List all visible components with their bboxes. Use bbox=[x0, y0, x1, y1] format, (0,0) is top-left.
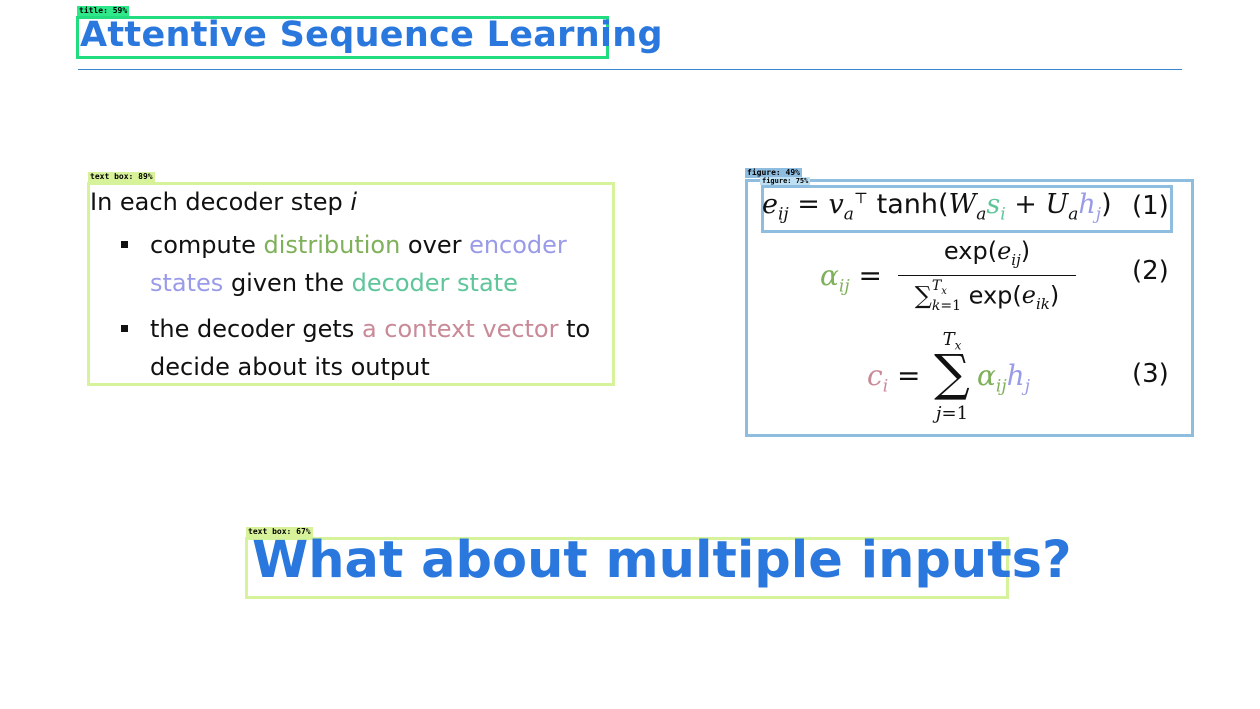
bullet-text-block: In each decoder step i compute distribut… bbox=[90, 183, 615, 394]
text-box-detection-label: text box: 89% bbox=[88, 172, 155, 182]
equation-softmax: αij = exp(eij) ∑Tx k=1 exp(eik) bbox=[820, 237, 1100, 327]
attention-equations: eij = va⊤ tanh(Wasi + Uahj) (1) αij = ex… bbox=[745, 179, 1194, 437]
question-heading: What about multiple inputs? bbox=[252, 531, 1072, 590]
intro-line: In each decoder step i bbox=[90, 183, 615, 221]
equation-energy: eij = va⊤ tanh(Wasi + Uahj) bbox=[762, 189, 1112, 225]
bullet-text: over bbox=[400, 231, 470, 259]
equation-number-3: (3) bbox=[1132, 359, 1169, 389]
highlight-context-vector: a context vector bbox=[361, 315, 559, 343]
bullet-square-icon bbox=[121, 325, 128, 332]
intro-text: In each decoder step bbox=[90, 188, 351, 216]
highlight-decoder-state: decoder state bbox=[351, 269, 518, 297]
bullet-list: compute distribution over encoder states… bbox=[90, 226, 615, 386]
title-rule bbox=[78, 69, 1182, 70]
bullet-text: given the bbox=[223, 269, 352, 297]
slide-title: Attentive Sequence Learning bbox=[80, 15, 663, 55]
highlight-distribution: distribution bbox=[263, 231, 401, 259]
equation-number-2: (2) bbox=[1132, 256, 1169, 286]
equation-number-1: (1) bbox=[1132, 191, 1169, 221]
bullet-text: compute bbox=[150, 231, 264, 259]
equation-context: ci = Tx ∑ j=1 αijhj bbox=[867, 329, 1030, 424]
bullet-text: the decoder gets bbox=[150, 315, 362, 343]
bullet-square-icon bbox=[121, 241, 128, 248]
bullet-item: the decoder gets a context vector to dec… bbox=[90, 310, 615, 386]
bullet-item: compute distribution over encoder states… bbox=[90, 226, 615, 302]
intro-variable: i bbox=[350, 188, 358, 216]
